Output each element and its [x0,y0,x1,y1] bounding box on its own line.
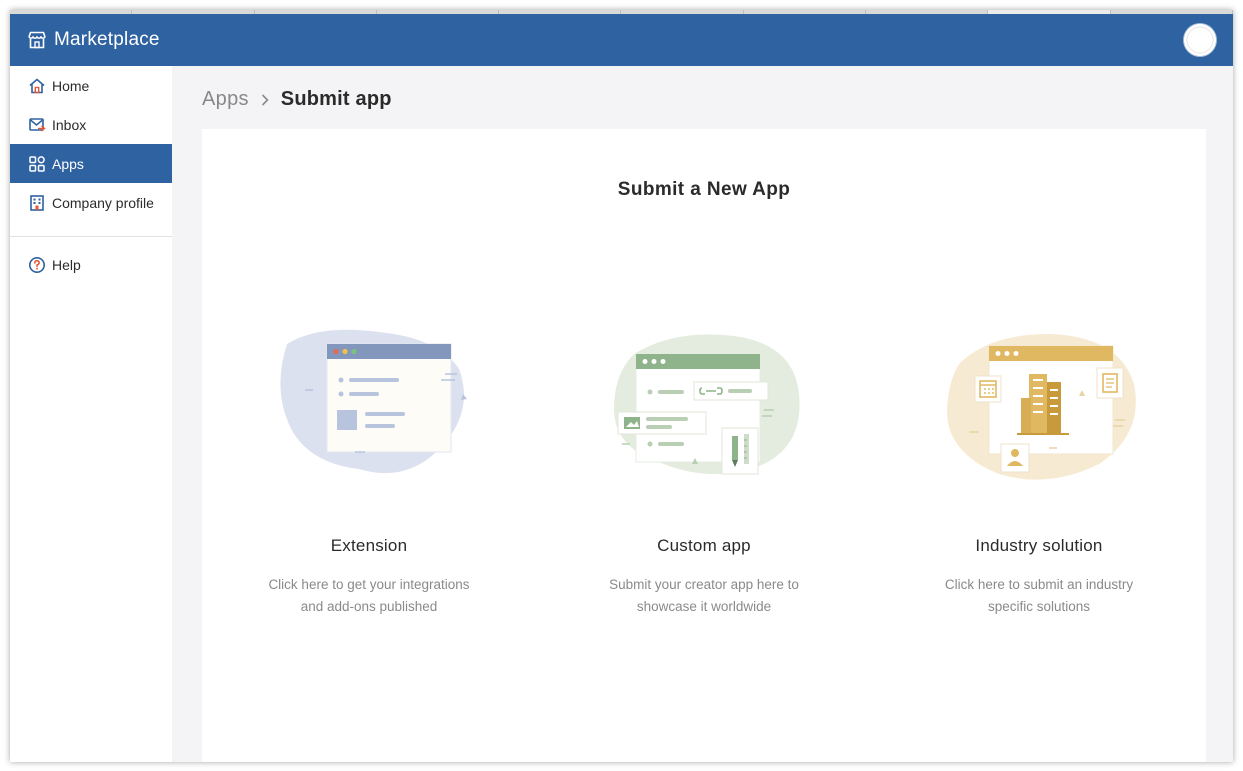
breadcrumb: Apps Submit app [202,88,392,111]
sidebar-item-label: Help [52,256,81,273]
breadcrumb-current: Submit app [280,88,392,110]
app-window: Marketplace Home Inbox Apps Company prof… [10,10,1233,762]
submit-app-panel: Submit a New App Extension Click here to… [202,129,1206,762]
sidebar-item-label: Home [52,77,90,94]
sidebar-item-help[interactable]: Help [10,245,172,284]
sidebar: Home Inbox Apps Company profile Help [10,66,172,762]
top-bar: Marketplace [10,14,1233,66]
help-circle-icon [28,256,46,274]
inbox-icon [28,116,46,134]
industry-solution-card[interactable]: Industry solution Click here to submit a… [909,324,1169,618]
storefront-icon [27,30,47,50]
custom-app-illustration-icon [614,334,800,475]
user-avatar-icon [1184,24,1216,56]
sidebar-item-home[interactable]: Home [10,66,172,105]
sidebar-item-inbox[interactable]: Inbox [10,105,172,144]
sidebar-item-label: Apps [52,155,84,172]
user-avatar[interactable] [1184,24,1216,56]
sidebar-item-label: Inbox [52,116,87,133]
custom-app-card[interactable]: Custom app Submit your creator app here … [574,324,834,618]
home-icon [28,77,46,95]
building-icon [28,194,46,212]
industry-solution-illustration-icon [947,334,1136,480]
page-title: Submit a New App [617,179,791,200]
app-title: Marketplace [54,29,160,50]
apps-grid-icon [28,155,46,173]
chevron-right-icon [260,93,270,107]
card-title: Industry solution [975,536,1103,555]
card-title: Extension [330,536,408,555]
breadcrumb-apps-link[interactable]: Apps [202,88,249,111]
sidebar-divider [10,236,172,237]
card-description: Click here to get your integrations and … [268,577,470,614]
card-description: Click here to submit an industry specifi… [944,577,1134,614]
sidebar-item-apps[interactable]: Apps [10,144,172,183]
sidebar-item-company-profile[interactable]: Company profile [10,183,172,222]
card-description: Submit your creator app here to showcase… [609,577,799,614]
extension-illustration-icon [280,329,467,474]
sidebar-item-label: Company profile [52,194,154,211]
card-title: Custom app [657,536,751,555]
extension-card[interactable]: Extension Click here to get your integra… [239,324,499,618]
brand[interactable]: Marketplace [27,29,160,51]
